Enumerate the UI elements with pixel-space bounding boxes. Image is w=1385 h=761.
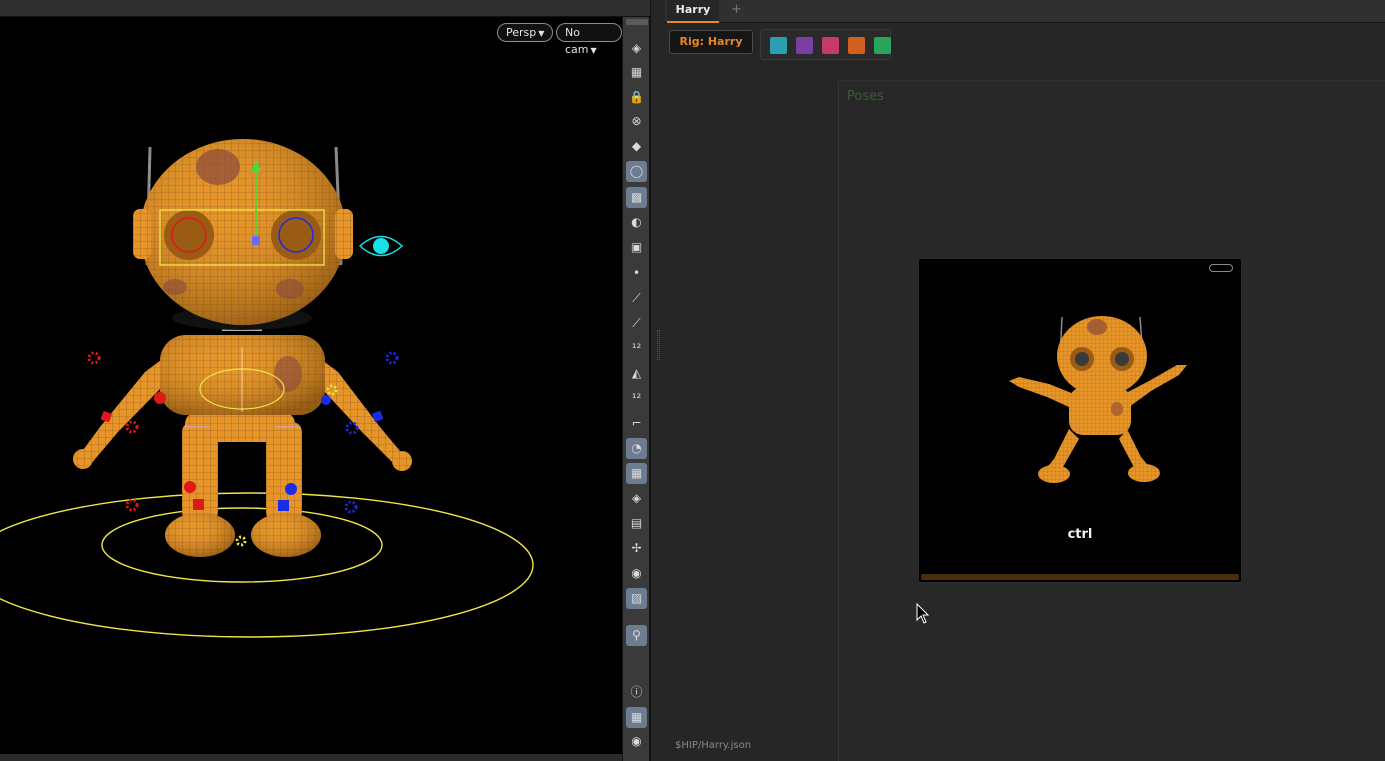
shading-icon[interactable]: ◔ — [626, 438, 647, 459]
chevron-down-icon: ▼ — [590, 46, 597, 55]
add-tab-button[interactable]: + — [731, 2, 742, 17]
pose-thumbnail — [1009, 316, 1187, 483]
pose-card[interactable]: ctrl — [918, 258, 1242, 583]
info-icon[interactable]: ⓘ — [626, 682, 647, 703]
headlight-icon[interactable]: ◯ — [626, 161, 647, 182]
eye-icon[interactable]: ◉ — [626, 731, 647, 752]
swatch-cyan[interactable] — [770, 37, 787, 54]
ghost-icon[interactable]: ⊗ — [626, 111, 647, 132]
chevron-down-icon: ▼ — [538, 29, 545, 38]
point-numbers-icon[interactable]: ¹² — [626, 338, 647, 359]
right-arm — [318, 357, 405, 465]
app-root: Persp ▼ No cam ▼ ◈ ▦ 🔒 ⊗ ◆ ◯ ▩ ◐ ▣ • ⟋ ⟋ ¹² ◭ ¹² ⌐ ◔ ▦ ◈ ▤ ✢ ◉ ▨… — [0, 0, 1385, 761]
shelf-handle[interactable] — [626, 19, 648, 25]
prim-normals-icon[interactable]: ◭ — [626, 363, 647, 384]
poses-title: Poses — [847, 89, 884, 104]
pane-splitter[interactable] — [650, 0, 665, 761]
lock-icon[interactable]: 🔒 — [626, 87, 647, 108]
camera-mode-button[interactable]: Persp ▼ — [497, 23, 554, 42]
mouse-cursor-icon — [916, 603, 930, 624]
visibility-icon[interactable]: ◐ — [626, 212, 647, 233]
pose-label: ctrl — [1067, 527, 1093, 542]
render-icon[interactable]: ▩ — [626, 187, 647, 208]
joints-icon[interactable]: ✢ — [626, 538, 647, 559]
tab-bar: Harry + — [665, 0, 1385, 23]
pose-toolbar: Rig: Harry — [665, 23, 1385, 65]
camera-icon[interactable]: ▣ — [626, 237, 647, 258]
swatch-purple[interactable] — [796, 37, 813, 54]
pin-icon[interactable]: ⚲ — [626, 625, 647, 646]
vertex-normals-icon[interactable]: ⟋ — [626, 313, 647, 334]
tab-harry[interactable]: Harry — [667, 0, 719, 23]
stop-icon[interactable]: ◉ — [626, 563, 647, 584]
map-icon[interactable]: ▤ — [626, 513, 647, 534]
splitter-grip-icon[interactable] — [657, 330, 660, 360]
folder-list[interactable] — [665, 65, 838, 761]
viewport-footer — [0, 754, 622, 761]
snapshot-icon[interactable]: ▦ — [626, 62, 647, 83]
pose-thumb-badge — [1209, 264, 1233, 272]
grid-layout-icon[interactable]: ▦ — [626, 707, 647, 728]
scene-viewport[interactable]: Persp ▼ No cam ▼ — [0, 17, 622, 754]
swatch-pink[interactable] — [822, 37, 839, 54]
swatch-green[interactable] — [874, 37, 891, 54]
edges-icon[interactable]: ⌐ — [626, 413, 647, 434]
display-options-icon[interactable]: ◈ — [626, 38, 647, 59]
color-swatch-group — [760, 29, 891, 60]
layers-icon[interactable]: ◈ — [626, 488, 647, 509]
checker-icon[interactable]: ▦ — [626, 463, 647, 484]
light-diamond-icon[interactable]: ◆ — [626, 136, 647, 157]
camera-mode-label: Persp — [506, 26, 537, 39]
pose-library-panel: Harry + Rig: Harry Poses ctrl $HIP/Harry… — [665, 0, 1385, 761]
rig-select-button[interactable]: Rig: Harry — [669, 30, 753, 54]
viewport-header — [0, 0, 650, 17]
scene-canvas[interactable] — [0, 17, 622, 754]
background-image-icon[interactable]: ▨ — [626, 588, 647, 609]
camera-select-button[interactable]: No cam ▼ — [556, 23, 622, 56]
points-icon[interactable]: • — [626, 263, 647, 284]
normals-icon[interactable]: ⟋ — [626, 288, 647, 309]
viewport-display-shelf: ◈ ▦ 🔒 ⊗ ◆ ◯ ▩ ◐ ▣ • ⟋ ⟋ ¹² ◭ ¹² ⌐ ◔ ▦ ◈ ▤ ✢ ◉ ▨ ⚲ ⓘ ▦ ◉ — [622, 17, 650, 761]
library-file-path: $HIP/Harry.json — [675, 740, 752, 751]
pose-color-bar — [921, 574, 1239, 580]
left-arm — [78, 357, 165, 465]
swatch-orange[interactable] — [848, 37, 865, 54]
prim-numbers-icon[interactable]: ¹² — [626, 388, 647, 409]
camera-select-label: No cam — [565, 26, 589, 56]
